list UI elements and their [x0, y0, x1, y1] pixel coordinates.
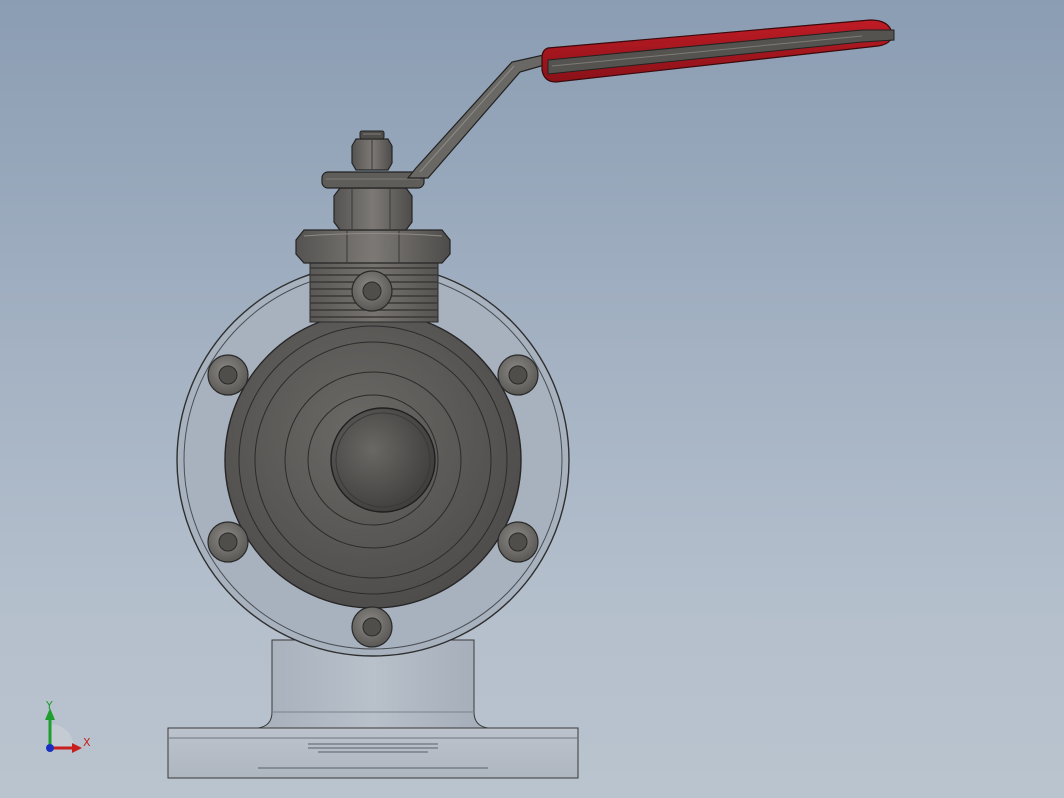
graphics-viewport[interactable]: X Y — [0, 0, 1064, 798]
axis-x-label: X — [83, 736, 91, 749]
x-axis-arrow — [72, 743, 82, 753]
axis-y-label: Y — [46, 699, 53, 712]
z-axis-dot — [46, 744, 54, 752]
coordinate-triad — [45, 708, 82, 753]
